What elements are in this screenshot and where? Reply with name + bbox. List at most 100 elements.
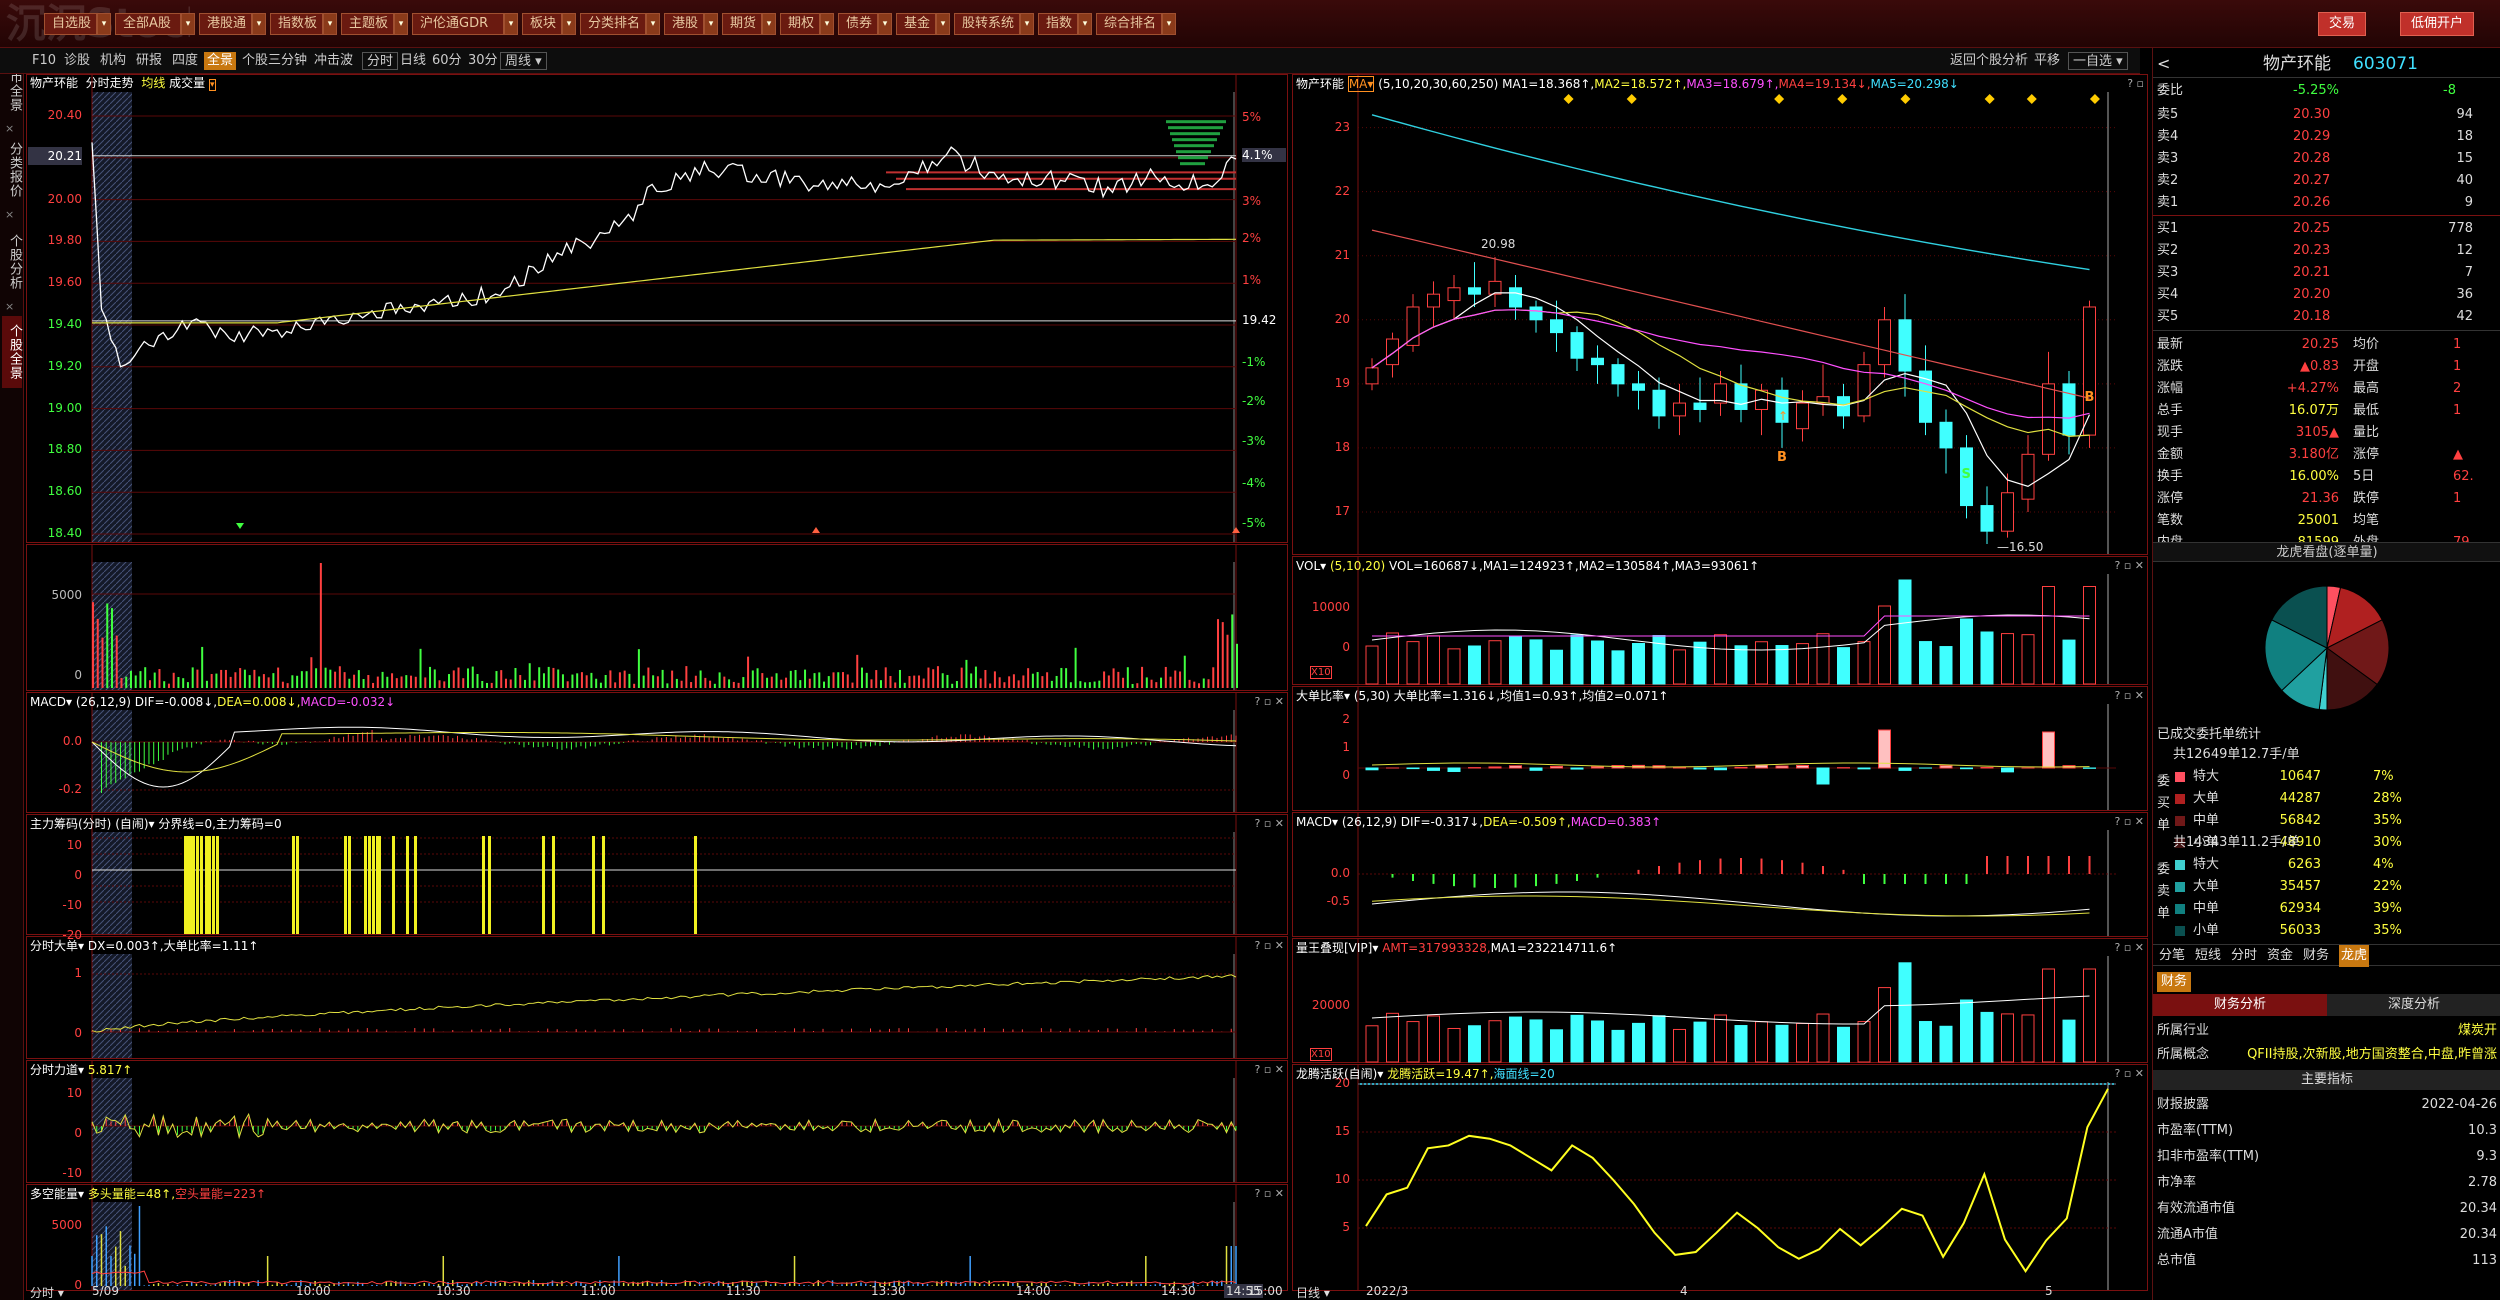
order-vol: 15 bbox=[2456, 151, 2473, 166]
chevron-down-icon[interactable]: ▾ bbox=[252, 13, 266, 35]
chevron-down-icon[interactable]: ▾ bbox=[820, 13, 834, 35]
top-button-9[interactable]: 期货 bbox=[722, 13, 762, 35]
top-button-5[interactable]: 沪伦通GDR bbox=[412, 13, 504, 35]
finance-tab[interactable]: 财务 bbox=[2157, 972, 2192, 992]
top-button-1[interactable]: 全部A股 bbox=[115, 13, 181, 35]
volume-bar bbox=[704, 677, 707, 688]
tool-report[interactable]: 研报 bbox=[136, 52, 162, 70]
tool-30min[interactable]: 30分 bbox=[468, 52, 498, 70]
top-button-8[interactable]: 港股 bbox=[664, 13, 704, 35]
dragon-panel-frame bbox=[1292, 1064, 2148, 1291]
top-button-4[interactable]: 主题板 bbox=[341, 13, 394, 35]
chevron-down-icon[interactable]: ▾ bbox=[323, 13, 337, 35]
chevron-down-icon[interactable]: ▾ bbox=[936, 13, 950, 35]
chevron-down-icon[interactable]: ▾ bbox=[97, 13, 111, 35]
chevron-down-icon[interactable]: ▾ bbox=[562, 13, 576, 35]
time-axis-menu[interactable]: 分时 ▾ bbox=[30, 1284, 64, 1300]
top-button-12[interactable]: 基金 bbox=[896, 13, 936, 35]
side-tab-quotes[interactable]: 分类报价 bbox=[2, 136, 22, 204]
volume-bar bbox=[671, 670, 674, 688]
volume-bar bbox=[590, 672, 593, 688]
volume-bar bbox=[1221, 622, 1224, 688]
metric-value: 10.3 bbox=[2468, 1123, 2497, 1138]
top-button-10[interactable]: 期权 bbox=[780, 13, 820, 35]
tab-5[interactable]: 龙虎 bbox=[2339, 945, 2370, 967]
back-chevron-icon[interactable]: < bbox=[2157, 50, 2170, 78]
open-account-button[interactable]: 低佣开户 bbox=[2400, 12, 2475, 36]
ratio-bar bbox=[1878, 729, 1891, 769]
panel-controls[interactable]: ? ▫ ✕ bbox=[1254, 1061, 1284, 1079]
volume-bar bbox=[842, 672, 845, 688]
tool-three-minute[interactable]: 个股三分钟 bbox=[242, 52, 307, 70]
chevron-down-icon[interactable]: ▾ bbox=[878, 13, 892, 35]
top-button-2[interactable]: 港股通 bbox=[199, 13, 252, 35]
intraday-chart-svg[interactable] bbox=[26, 74, 1288, 1300]
trade-button[interactable]: 交易 bbox=[2318, 12, 2367, 36]
chevron-down-icon[interactable]: ▾ bbox=[762, 13, 776, 35]
pan-button[interactable]: 平移 bbox=[2034, 52, 2060, 70]
volume-bar bbox=[443, 681, 446, 688]
panel-controls[interactable]: ? ▫ ✕ bbox=[2114, 687, 2144, 705]
panel-controls[interactable]: ? ▫ ✕ bbox=[2114, 939, 2144, 957]
pct-tick: 5% bbox=[1242, 110, 1262, 125]
top-button-11[interactable]: 债券 bbox=[838, 13, 878, 35]
watchlist-dropdown[interactable]: 一自选 ▾ bbox=[2068, 52, 2128, 70]
ma-dropdown[interactable]: MA▾ bbox=[1347, 76, 1375, 92]
tool-impact-wave[interactable]: 冲击波 bbox=[314, 52, 353, 70]
tool-institution[interactable]: 机构 bbox=[100, 52, 126, 70]
top-button-3[interactable]: 指数板 bbox=[270, 13, 323, 35]
chevron-down-icon[interactable]: ▾ bbox=[1162, 13, 1176, 35]
chevron-down-icon[interactable]: ▾ bbox=[1020, 13, 1034, 35]
side-tab-stock-analysis[interactable]: 个股分析 bbox=[2, 228, 22, 296]
tab-2[interactable]: 分时 bbox=[2231, 945, 2257, 967]
tool-weekly[interactable]: 周线 ▾ bbox=[500, 52, 547, 70]
chevron-down-icon[interactable]: ▾ bbox=[181, 13, 195, 35]
tab-1[interactable]: 短线 bbox=[2195, 945, 2221, 967]
chevron-down-icon[interactable]: ▾ bbox=[646, 13, 660, 35]
chevron-down-icon[interactable]: ▾ bbox=[704, 13, 718, 35]
top-button-14[interactable]: 指数 bbox=[1038, 13, 1078, 35]
chevron-down-icon[interactable]: ▾ bbox=[504, 13, 518, 35]
tab-3[interactable]: 资金 bbox=[2267, 945, 2293, 967]
panel-controls[interactable]: ? ▫ ✕ bbox=[1254, 1185, 1284, 1203]
top-button-13[interactable]: 股转系统 bbox=[954, 13, 1020, 35]
panel-controls[interactable]: ? ▫ ✕ bbox=[1254, 937, 1284, 955]
amount-bar bbox=[1775, 1024, 1789, 1063]
panel-controls[interactable]: ? ▫ ✕ bbox=[1254, 693, 1284, 711]
return-analysis-link[interactable]: 返回个股分析 bbox=[1950, 52, 2028, 70]
panel-controls[interactable]: ? ▫ ✕ bbox=[2114, 557, 2144, 575]
volume-bar bbox=[210, 674, 213, 688]
chevron-down-icon[interactable]: ▾ bbox=[394, 13, 408, 35]
tab-4[interactable]: 财务 bbox=[2303, 945, 2329, 967]
tool-diagnose[interactable]: 诊股 bbox=[64, 52, 90, 70]
tool-four-degree[interactable]: 四度 bbox=[172, 52, 198, 70]
side-tab-stock-overview[interactable]: 个股全景 bbox=[2, 316, 22, 388]
stock-name: 物产环能 bbox=[2263, 54, 2331, 74]
close-icon[interactable]: × bbox=[5, 300, 14, 313]
tool-intraday[interactable]: 分时 bbox=[362, 52, 399, 70]
tab-0[interactable]: 分笔 bbox=[2159, 945, 2185, 967]
volume-bar bbox=[281, 681, 284, 688]
top-button-15[interactable]: 综合排名 bbox=[1096, 13, 1162, 35]
tool-60min[interactable]: 60分 bbox=[432, 52, 462, 70]
finance-analysis-tab[interactable]: 财务分析 bbox=[2153, 994, 2327, 1016]
amount-bar bbox=[1652, 1015, 1666, 1063]
close-icon[interactable]: × bbox=[5, 122, 14, 135]
panel-controls[interactable]: ? ▫ ✕ bbox=[2114, 1065, 2144, 1083]
top-button-7[interactable]: 分类排名 bbox=[580, 13, 646, 35]
chevron-down-icon[interactable]: ▾ bbox=[1078, 13, 1092, 35]
volume-bar bbox=[1093, 681, 1096, 688]
panel-controls[interactable]: ? ▫ ✕ bbox=[2114, 813, 2144, 831]
buy-row: 买5 20.18 42 bbox=[2153, 306, 2500, 328]
top-button-6[interactable]: 板块 bbox=[522, 13, 562, 35]
period-axis-menu[interactable]: 日线 ▾ bbox=[1296, 1284, 1330, 1300]
tool-daily[interactable]: 日线 bbox=[400, 52, 426, 70]
top-button-0[interactable]: 自选股 bbox=[44, 13, 97, 35]
panel-controls[interactable]: ? ▫ bbox=[2127, 75, 2144, 93]
tool-f10[interactable]: F10 bbox=[32, 52, 56, 70]
tool-overview[interactable]: 全景 bbox=[204, 52, 237, 70]
stat-value: ▲0.83 bbox=[2300, 359, 2339, 374]
panel-controls[interactable]: ? ▫ ✕ bbox=[1254, 815, 1284, 833]
deep-analysis-tab[interactable]: 深度分析 bbox=[2327, 994, 2500, 1016]
close-icon[interactable]: × bbox=[5, 208, 14, 221]
